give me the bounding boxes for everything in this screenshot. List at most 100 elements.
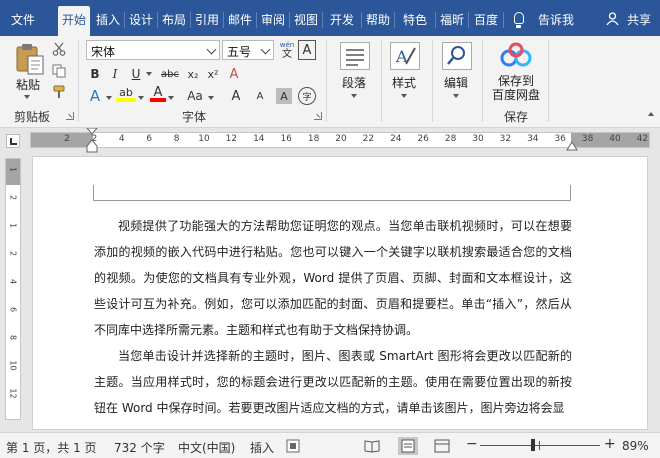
tab-selector-icon[interactable] [6, 134, 20, 148]
vruler-tick-label: 2 [8, 194, 18, 201]
language-indicator[interactable]: 中文(中国) [178, 439, 235, 456]
zoom-slider-thumb[interactable] [530, 439, 535, 451]
right-indent-icon[interactable] [566, 140, 578, 152]
grow-font-button[interactable]: A [228, 86, 244, 106]
chevron-down-icon[interactable] [206, 44, 217, 55]
word-count[interactable]: 732 个字 [114, 439, 165, 456]
tab-help[interactable]: 帮助 [364, 8, 392, 32]
baidu-netdisk-icon[interactable] [500, 42, 532, 68]
font-name-combo[interactable]: 宋体 [86, 40, 220, 60]
tab-design[interactable]: 设计 [127, 8, 155, 32]
ruler-tick-label: 16 [280, 134, 292, 144]
tab-insert[interactable]: 插入 [94, 8, 122, 32]
document-page[interactable]: 视频提供了功能强大的方法帮助您证明您的观点。当您单击联机视频时，可以在想要添加的… [32, 156, 648, 430]
chevron-down-icon[interactable] [453, 94, 459, 98]
font-group-label: 字体 [181, 110, 206, 124]
paragraph-button-label[interactable]: 段落 [334, 74, 374, 91]
tab-references[interactable]: 引用 [193, 8, 221, 32]
strikethrough-button[interactable]: abc [158, 64, 182, 84]
tab-developer[interactable]: 开发 [325, 8, 359, 32]
clipboard-launcher-icon[interactable] [66, 112, 74, 120]
enclose-characters-button[interactable]: 字 [298, 87, 316, 105]
italic-button[interactable]: I [106, 64, 124, 84]
phonetic-guide-button[interactable]: wén 文 [278, 40, 296, 60]
zoom-out-button[interactable]: − [466, 436, 478, 452]
ruler-tick-label: 38 [581, 134, 594, 144]
clear-formatting-button[interactable]: A [226, 64, 242, 84]
zoom-slider[interactable] [480, 445, 600, 446]
paste-button-label[interactable]: 粘贴 [14, 76, 42, 93]
bold-button[interactable]: B [86, 64, 104, 84]
vruler-tick-label: 6 [8, 306, 18, 313]
share-button[interactable]: 共享 [622, 8, 656, 32]
tab-mailings[interactable]: 邮件 [226, 8, 254, 32]
vertical-ruler[interactable]: 1 2 1 2 4 6 8 10 12 [5, 158, 21, 420]
shrink-font-button[interactable]: A [252, 86, 268, 106]
tab-layout[interactable]: 布局 [160, 8, 188, 32]
chevron-down-icon[interactable] [351, 94, 357, 98]
ruler-tick-label: 20 [335, 134, 347, 144]
print-layout-button[interactable] [398, 437, 418, 455]
change-case-button[interactable]: Aa [184, 86, 206, 106]
horizontal-ruler[interactable]: 2 2 4 6 8 10 12 14 16 18 20 22 24 26 28 30 32 34 36 38 40 42 [30, 132, 650, 148]
indent-markers-icon[interactable] [86, 128, 98, 154]
ribbon-tabs: 文件 开始 插入 设计 布局 引用 邮件 审阅 视图 开发 帮助 特色 福昕 百… [0, 0, 660, 36]
web-layout-button[interactable] [432, 437, 452, 455]
insert-mode[interactable]: 插入 [250, 439, 274, 456]
subscript-button[interactable]: x₂ [184, 64, 202, 84]
styles-button-label[interactable]: 样式 [384, 74, 424, 91]
chevron-down-icon[interactable] [260, 44, 271, 55]
highlight-color-button[interactable]: ab [116, 86, 136, 102]
text-effects-button[interactable]: A [86, 86, 104, 106]
tab-file[interactable]: 文件 [4, 8, 42, 32]
font-launcher-icon[interactable] [314, 112, 322, 120]
ruler-tick-label: 14 [253, 134, 265, 144]
tab-foxit[interactable]: 福昕 [438, 8, 466, 32]
macro-record-icon[interactable] [286, 439, 300, 453]
chevron-down-icon[interactable] [168, 96, 174, 100]
collapse-ribbon-icon[interactable] [648, 112, 654, 116]
chevron-down-icon[interactable] [24, 95, 30, 99]
vruler-tick-label: 10 [8, 360, 18, 371]
zoom-level[interactable]: 89% [622, 439, 649, 453]
chevron-down-icon[interactable] [146, 72, 152, 76]
save-to-baidu-button[interactable]: 保存到 百度网盘 [490, 74, 542, 102]
font-size-combo[interactable]: 五号 [222, 40, 274, 60]
read-mode-button[interactable] [362, 437, 382, 455]
page-count[interactable]: 第 1 页，共 1 页 [6, 439, 97, 456]
zoom-center-tick [539, 441, 540, 450]
person-icon [606, 12, 619, 25]
tab-review[interactable]: 审阅 [259, 8, 287, 32]
font-color-button[interactable]: A [150, 85, 166, 102]
character-shading-button[interactable]: A [276, 88, 292, 104]
styles-icon[interactable]: A [390, 42, 420, 70]
tell-me-search[interactable]: 告诉我 [534, 8, 578, 32]
paste-icon [16, 44, 44, 75]
save-group-label: 保存 [503, 110, 528, 124]
chevron-down-icon[interactable] [401, 94, 407, 98]
tab-home[interactable]: 开始 [58, 6, 90, 36]
copy-icon[interactable] [52, 64, 66, 78]
character-border-button[interactable]: A [298, 40, 316, 60]
format-painter-icon[interactable] [52, 85, 67, 99]
zoom-in-button[interactable]: + [604, 436, 616, 452]
chevron-down-icon[interactable] [106, 96, 112, 100]
cut-icon[interactable] [52, 42, 66, 56]
underline-button[interactable]: U [128, 64, 144, 84]
editing-button-label[interactable]: 编辑 [436, 74, 476, 91]
header-line [93, 200, 571, 201]
search-icon[interactable] [442, 42, 472, 70]
superscript-button[interactable]: x² [204, 64, 222, 84]
body-paragraph[interactable]: 当您单击设计并选择新的主题时，图片、图表或 SmartArt 图形将会更改以匹配… [94, 343, 572, 421]
body-paragraph[interactable]: 视频提供了功能强大的方法帮助您证明您的观点。当您单击联机视频时，可以在想要添加的… [94, 213, 572, 343]
tab-baidu[interactable]: 百度 [471, 8, 501, 32]
ribbon: 粘贴 剪贴板 宋体 五号 wén 文 A B I U abc x₂ x² A A… [0, 36, 660, 128]
vruler-tick-label: 8 [8, 334, 18, 341]
font-size-value: 五号 [227, 45, 252, 59]
paragraph-icon[interactable] [340, 42, 370, 70]
chevron-down-icon[interactable] [138, 96, 144, 100]
tab-featured[interactable]: 特色 [397, 8, 433, 32]
chevron-down-icon[interactable] [208, 96, 214, 100]
tab-view[interactable]: 视图 [292, 8, 320, 32]
ruler-tick-label: 26 [417, 134, 429, 144]
